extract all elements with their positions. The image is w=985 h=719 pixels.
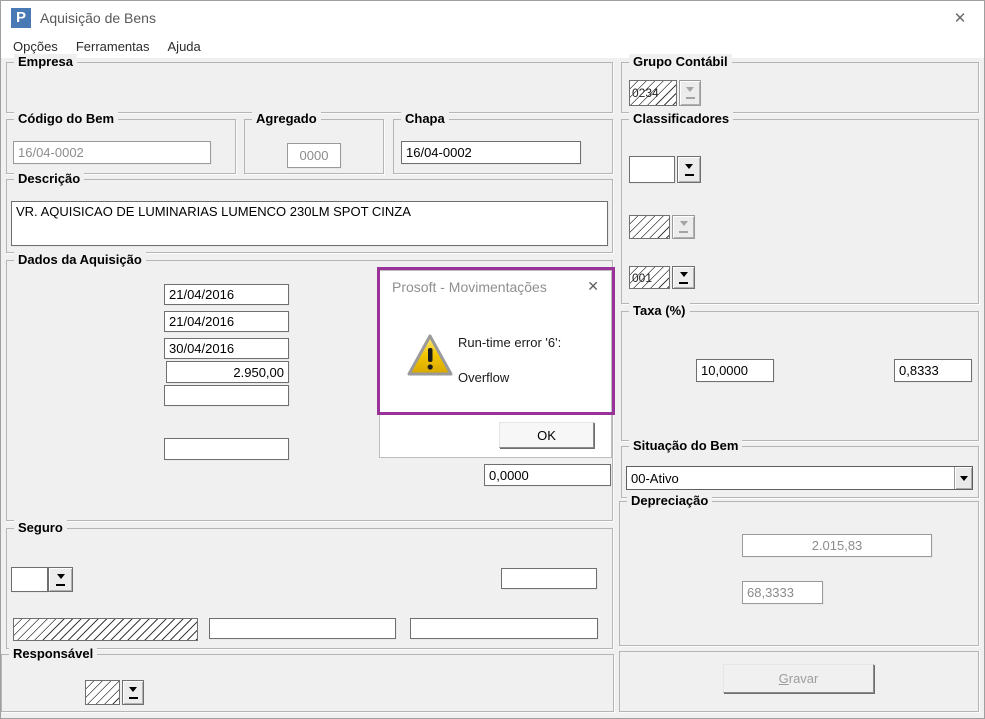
group-classificadores-label: Classificadores (629, 111, 734, 126)
codigo-do-bem-field: 16/04-0002 (13, 141, 211, 164)
group-empresa: Empresa (6, 54, 613, 113)
seguro-combo-field[interactable] (11, 567, 48, 592)
valor-aquisicao-field[interactable]: 2.950,00 (166, 361, 289, 383)
dropdown-icon (684, 173, 694, 176)
group-empresa-label: Empresa (14, 54, 77, 69)
warning-icon (407, 334, 453, 376)
dropdown-icon (685, 97, 695, 99)
group-taxa-label: Taxa (%) (629, 303, 690, 318)
valor-inferior-field[interactable]: 0,0000 (484, 464, 611, 486)
depreciacao-percentual-field: 68,3333 (742, 581, 823, 604)
responsavel-dropdown-button[interactable] (122, 680, 144, 705)
error-dialog: Prosoft - Movimentações ✕ Run-time error… (379, 270, 612, 458)
dropdown-icon (679, 231, 688, 233)
group-chapa-label: Chapa (401, 111, 449, 126)
dropdown-icon (128, 696, 138, 699)
taxa-mensal-field[interactable]: 0,8333 (894, 359, 972, 382)
dropdown-icon (679, 281, 688, 284)
error-message-line2: Overflow (458, 370, 510, 385)
group-descricao-label: Descrição (14, 171, 85, 186)
dropdown-icon (685, 163, 693, 173)
classificador-2-dropdown-button (672, 215, 695, 239)
data-field-5[interactable] (164, 385, 289, 406)
dropdown-icon (129, 686, 137, 696)
data-field-6[interactable] (164, 438, 289, 460)
group-responsavel-label: Responsável (9, 646, 98, 661)
classificador-field-3-locked: 001 (629, 266, 670, 289)
taxa-anual-field[interactable]: 10,0000 (696, 359, 774, 382)
error-dialog-title: Prosoft - Movimentações (392, 279, 547, 295)
menu-ferramentas[interactable]: Ferramentas (76, 39, 150, 54)
descricao-field[interactable]: VR. AQUISICAO DE LUMINARIAS LUMENCO 230L… (11, 201, 608, 246)
group-depreciacao-label: Depreciação (627, 493, 713, 508)
title-bar: P Aquisição de Bens ✕ (1, 1, 984, 34)
combo-dropdown-button[interactable] (954, 467, 972, 489)
classificador-field-2-locked (629, 215, 670, 239)
app-window: P Aquisição de Bens ✕ Opções Ferramentas… (0, 0, 985, 719)
group-grupo-contabil-label: Grupo Contábil (629, 54, 732, 69)
error-message-line1: Run-time error '6': (458, 335, 562, 350)
data-field-3[interactable]: 30/04/2016 (164, 338, 289, 359)
group-situacao-label: Situação do Bem (629, 438, 743, 453)
seguro-locked-field (13, 618, 198, 641)
chapa-field[interactable]: 16/04-0002 (401, 141, 581, 164)
classificador-field-1[interactable] (629, 156, 675, 183)
situacao-combobox[interactable]: 00-Ativo (626, 466, 973, 490)
depreciacao-valor-field: 2.015,83 (742, 534, 932, 557)
group-codigo-label: Código do Bem (14, 111, 119, 126)
dropdown-icon (56, 583, 65, 586)
window-close-icon[interactable]: ✕ (946, 9, 974, 27)
group-agregado-label: Agregado (252, 111, 321, 126)
data-field-1[interactable]: 21/04/2016 (164, 284, 289, 305)
agregado-field: 0000 (287, 143, 341, 168)
seguro-field-top-right[interactable] (501, 568, 597, 589)
responsavel-locked-field (85, 680, 120, 705)
menu-ajuda[interactable]: Ajuda (168, 39, 201, 54)
gravar-button: Gravar (723, 664, 874, 693)
classificador-3-dropdown-button[interactable] (672, 266, 695, 289)
menu-opcoes[interactable]: Opções (13, 39, 58, 54)
prosoft-app-icon: P (11, 7, 31, 28)
seguro-field-right[interactable] (410, 618, 598, 639)
window-title: Aquisição de Bens (40, 9, 156, 26)
ok-button[interactable]: OK (499, 422, 594, 448)
grupo-contabil-locked-field: 0234 (629, 80, 677, 106)
group-dados-label: Dados da Aquisição (14, 252, 146, 267)
situacao-selected-value: 00-Ativo (631, 470, 679, 486)
grupo-contabil-dropdown-button (679, 80, 701, 106)
error-dialog-close-icon[interactable]: ✕ (587, 278, 599, 295)
menu-bar: Opções Ferramentas Ajuda (1, 34, 984, 58)
dropdown-icon (679, 221, 688, 230)
chevron-down-icon (959, 475, 968, 485)
classificador-1-dropdown-button[interactable] (677, 156, 701, 183)
seguro-field-middle[interactable] (209, 618, 396, 639)
group-seguro-label: Seguro (14, 520, 67, 535)
group-depreciacao: Depreciação (619, 493, 979, 646)
dropdown-icon (679, 271, 688, 281)
data-field-2[interactable]: 21/04/2016 (164, 311, 289, 332)
dropdown-icon (56, 573, 65, 583)
dropdown-icon (686, 87, 694, 96)
seguro-dropdown-button[interactable] (48, 567, 73, 592)
form-surface: Empresa Código do Bem 16/04-0002 Agregad… (1, 54, 984, 718)
